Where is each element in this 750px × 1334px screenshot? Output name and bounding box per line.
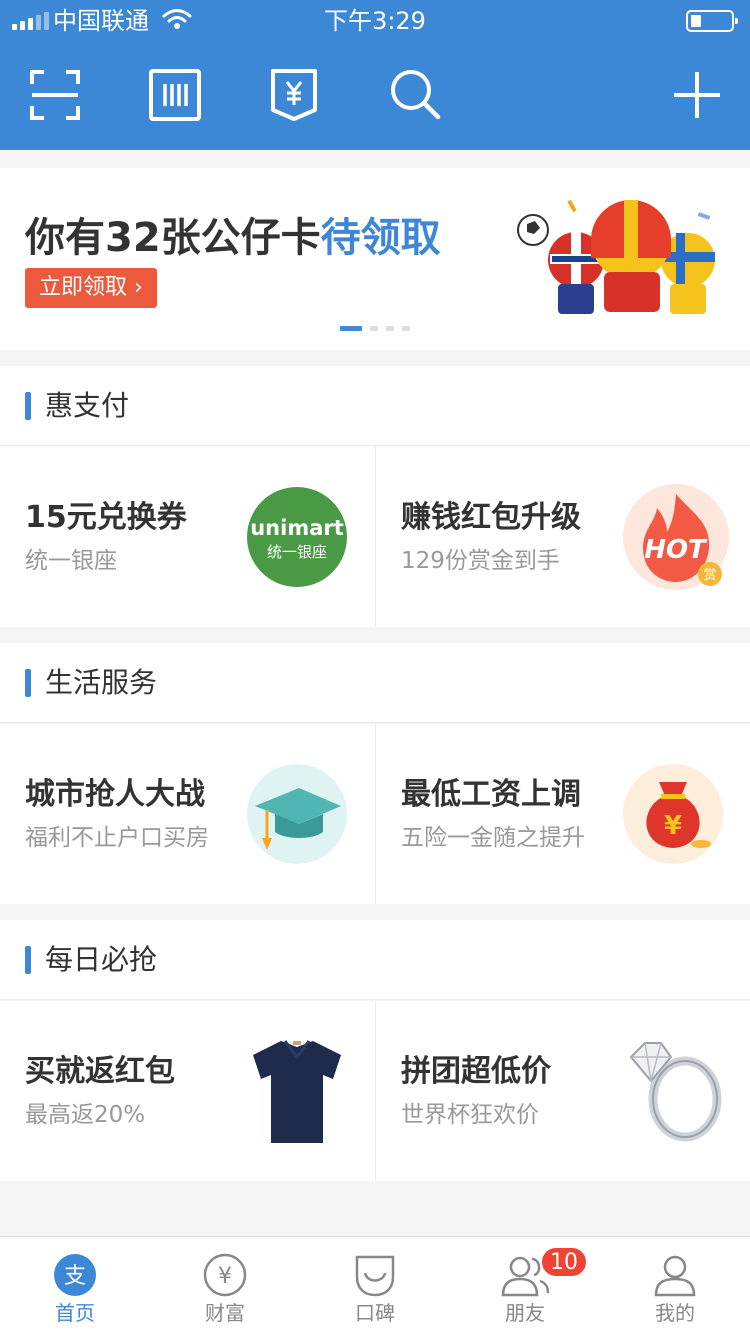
svg-text:统一银座: 统一银座 bbox=[267, 543, 327, 561]
card-red-packet[interactable]: 赚钱红包升级 129份赏金到手 HOT 赏 bbox=[376, 447, 750, 627]
svg-text:¥: ¥ bbox=[664, 811, 682, 841]
tab-home[interactable]: 支 首页 bbox=[0, 1237, 150, 1334]
card-group-buy[interactable]: 拼团超低价 世界杯狂欢价 bbox=[376, 1001, 750, 1181]
koubei-icon bbox=[355, 1255, 395, 1297]
card-voucher[interactable]: 15元兑换券 统一银座 unimart 统一银座 bbox=[0, 447, 375, 627]
section-title: 惠支付 bbox=[45, 389, 130, 422]
status-time: 下午3:29 bbox=[324, 7, 426, 35]
app-header: 中国联通 下午3:29 bbox=[0, 0, 750, 150]
svg-text:HOT: HOT bbox=[644, 535, 708, 565]
card-cashback[interactable]: 买就返红包 最高返20% bbox=[0, 1001, 375, 1181]
banner-title: 你有32张公仔卡待领取 bbox=[25, 215, 441, 261]
battery-icon bbox=[686, 10, 738, 32]
card-subtitle: 统一银座 bbox=[25, 548, 117, 574]
diamond-ring-image bbox=[629, 1042, 722, 1142]
status-bar: 中国联通 下午3:29 bbox=[0, 0, 750, 44]
alipay-icon: 支 bbox=[54, 1254, 96, 1296]
tab-label: 首页 bbox=[55, 1301, 95, 1325]
card-city-talent[interactable]: 城市抢人大战 福利不止户口买房 bbox=[0, 724, 375, 904]
card-title: 城市抢人大战 bbox=[25, 777, 205, 812]
section-title: 每日必抢 bbox=[45, 943, 158, 976]
money-bag-icon: ¥ bbox=[623, 764, 723, 864]
tab-koubei[interactable]: 口碑 bbox=[300, 1237, 450, 1334]
card-title: 买就返红包 bbox=[25, 1054, 175, 1089]
add-icon[interactable] bbox=[670, 68, 724, 122]
card-title: 赚钱红包升级 bbox=[401, 500, 581, 535]
scan-icon[interactable] bbox=[28, 68, 82, 122]
carousel-indicator bbox=[340, 326, 410, 331]
section-daily-deals-cards: 买就返红包 最高返20% 拼团超低价 世界杯狂欢价 bbox=[0, 1001, 750, 1181]
mascot-illustration bbox=[517, 199, 715, 336]
section-hui-pay-header: 惠支付 bbox=[0, 366, 750, 446]
hot-flame-icon: HOT 赏 bbox=[623, 484, 729, 590]
card-title: 最低工资上调 bbox=[401, 777, 581, 812]
section-title: 生活服务 bbox=[45, 666, 158, 699]
tab-label: 口碑 bbox=[355, 1301, 395, 1325]
unimart-logo: unimart 统一银座 bbox=[247, 487, 347, 587]
receive-money-icon[interactable] bbox=[266, 68, 322, 122]
bottom-tab-bar: 支 首页 ¥ 财富 口碑 朋友 我的 bbox=[0, 1236, 750, 1334]
claim-now-button[interactable]: 立即领取 › bbox=[25, 268, 157, 308]
svg-text:赏: 赏 bbox=[703, 568, 716, 583]
tab-profile[interactable]: 我的 bbox=[600, 1237, 750, 1334]
section-life-service-header: 生活服务 bbox=[0, 643, 750, 723]
card-subtitle: 福利不止户口买房 bbox=[25, 825, 209, 851]
svg-text:支: 支 bbox=[64, 1264, 86, 1289]
friends-badge: 10 bbox=[540, 1246, 588, 1278]
tab-wealth[interactable]: ¥ 财富 bbox=[150, 1237, 300, 1334]
card-title: 15元兑换券 bbox=[25, 500, 187, 535]
barcode-icon[interactable] bbox=[148, 68, 202, 122]
tab-label: 财富 bbox=[205, 1301, 245, 1325]
polo-shirt-image bbox=[253, 1040, 341, 1143]
card-subtitle: 129份赏金到手 bbox=[401, 548, 560, 574]
card-subtitle: 最高返20% bbox=[25, 1102, 146, 1128]
section-hui-pay-cards: 15元兑换券 统一银座 unimart 统一银座 赚钱红包升级 129份赏金到手… bbox=[0, 447, 750, 627]
wealth-icon: ¥ bbox=[203, 1253, 247, 1297]
card-title: 拼团超低价 bbox=[401, 1054, 551, 1089]
tab-label: 朋友 bbox=[505, 1301, 545, 1325]
section-life-service-cards: 城市抢人大战 福利不止户口买房 最低工资上调 五险一金随之提升 ¥ bbox=[0, 724, 750, 904]
svg-text:¥: ¥ bbox=[218, 1264, 232, 1289]
graduation-cap-icon bbox=[247, 764, 347, 864]
profile-icon bbox=[654, 1255, 696, 1297]
card-min-wage[interactable]: 最低工资上调 五险一金随之提升 ¥ bbox=[376, 724, 750, 904]
search-icon[interactable] bbox=[388, 68, 442, 122]
section-daily-deals-header: 每日必抢 bbox=[0, 920, 750, 1000]
svg-text:unimart: unimart bbox=[250, 516, 344, 540]
card-subtitle: 五险一金随之提升 bbox=[401, 825, 585, 851]
card-subtitle: 世界杯狂欢价 bbox=[401, 1102, 539, 1128]
tab-label: 我的 bbox=[655, 1301, 695, 1325]
